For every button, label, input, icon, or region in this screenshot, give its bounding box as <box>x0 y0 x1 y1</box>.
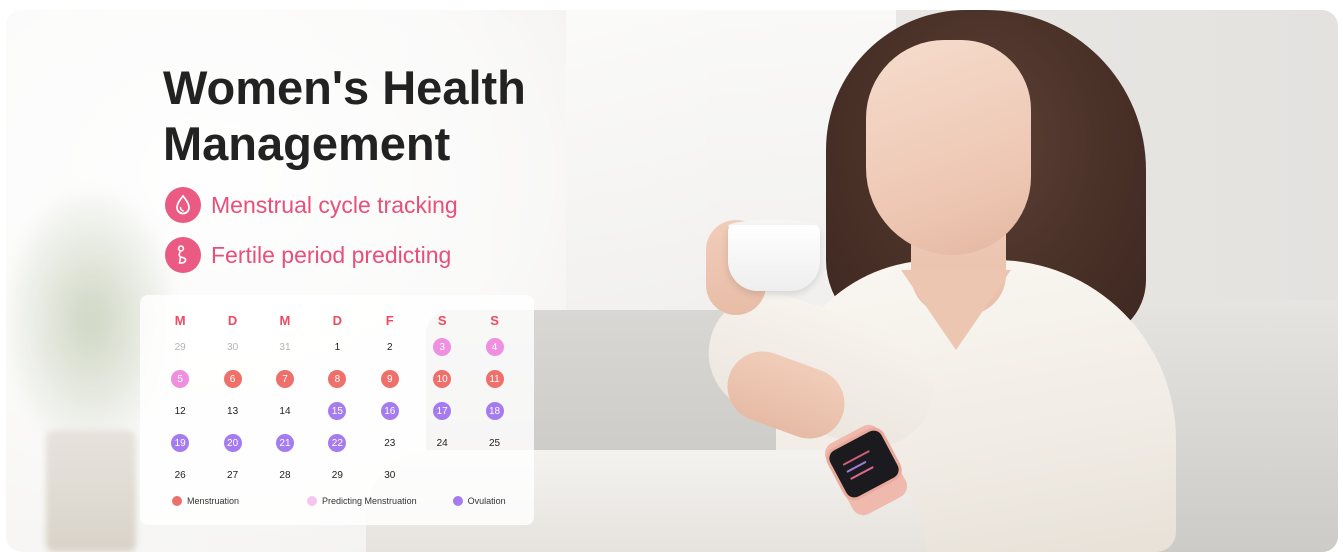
legend-swatch <box>452 496 463 506</box>
background-side-table <box>46 430 136 552</box>
calendar-day[interactable]: 14 <box>259 395 311 427</box>
calendar-day-marker: 10 <box>433 370 452 388</box>
calendar-day-marker: 17 <box>433 402 452 420</box>
calendar-day[interactable]: 7 <box>259 363 311 395</box>
legend-item: Ovulation <box>452 496 506 506</box>
coffee-cup <box>728 225 820 291</box>
calendar-day[interactable]: 17 <box>416 395 468 427</box>
calendar-day[interactable]: 30 <box>206 331 258 363</box>
calendar-day[interactable]: 16 <box>364 395 416 427</box>
calendar-day[interactable]: 19 <box>154 427 206 459</box>
page-title: Women's Health Management <box>163 60 583 172</box>
calendar-day[interactable]: 8 <box>311 363 363 395</box>
title-line-2: Management <box>163 117 451 170</box>
calendar-day[interactable]: 2 <box>364 331 416 363</box>
calendar-day[interactable]: 28 <box>259 459 311 491</box>
calendar-day-marker: 19 <box>171 434 190 452</box>
calendar-day-marker: 7 <box>275 370 294 388</box>
calendar-day[interactable]: 21 <box>259 427 311 459</box>
calendar-day-marker: 9 <box>380 370 399 388</box>
calendar-day[interactable]: 27 <box>206 459 258 491</box>
calendar-grid: M D M D F S S 29 30 31 1 2 3 4 5 6 7 8 9 10 11 12 13 14 15 16 17 18… <box>154 309 524 491</box>
calendar-day[interactable]: 26 <box>154 459 206 491</box>
calendar-day[interactable]: 20 <box>206 427 258 459</box>
calendar-day[interactable]: 13 <box>206 395 258 427</box>
calendar-day-marker: 21 <box>275 434 294 452</box>
calendar-day[interactable]: 22 <box>311 427 363 459</box>
weekday-header: D <box>332 312 343 328</box>
calendar-day[interactable]: 29 <box>311 459 363 491</box>
calendar-empty-cell <box>468 459 520 491</box>
calendar-day[interactable]: 15 <box>311 395 363 427</box>
calendar-day[interactable]: 12 <box>154 395 206 427</box>
feature-fertile-predicting: Fertile period predicting <box>165 237 451 273</box>
feature-label: Fertile period predicting <box>211 241 452 268</box>
calendar-day[interactable]: 23 <box>364 427 416 459</box>
calendar-day-marker: 22 <box>328 434 347 452</box>
feature-label: Menstrual cycle tracking <box>211 191 458 218</box>
calendar-day-marker: 8 <box>328 370 347 388</box>
calendar-day[interactable]: 29 <box>154 331 206 363</box>
pregnancy-icon <box>165 237 201 273</box>
calendar-day-marker: 11 <box>485 370 504 388</box>
legend-item: Predicting Menstruation <box>307 496 417 506</box>
legend-label: Ovulation <box>467 496 506 506</box>
calendar-day[interactable]: 9 <box>364 363 416 395</box>
cycle-calendar: M D M D F S S 29 30 31 1 2 3 4 5 6 7 8 9 10 11 12 13 14 15 16 17 18… <box>140 295 534 525</box>
woman-face <box>866 40 1031 255</box>
calendar-legend: Menstruation Predicting Menstruation Ovula… <box>172 496 512 506</box>
calendar-day[interactable]: 11 <box>468 363 520 395</box>
calendar-day[interactable]: 3 <box>416 331 468 363</box>
calendar-day-marker: 20 <box>223 434 242 452</box>
calendar-day[interactable]: 31 <box>259 331 311 363</box>
legend-label: Predicting Menstruation <box>322 496 417 506</box>
title-line-1: Women's Health <box>163 61 526 114</box>
weekday-header: M <box>279 312 291 328</box>
legend-swatch <box>172 496 182 506</box>
calendar-day-marker: 4 <box>485 338 504 356</box>
watch-screen-line <box>842 450 870 466</box>
calendar-day-marker: 18 <box>485 402 504 420</box>
legend-item: Menstruation <box>172 496 239 506</box>
calendar-day-marker: 15 <box>328 402 347 420</box>
calendar-day[interactable]: 25 <box>468 427 520 459</box>
calendar-day-marker: 6 <box>223 370 242 388</box>
weekday-header: D <box>227 312 238 328</box>
calendar-day-marker: 16 <box>380 402 399 420</box>
weekday-header: M <box>174 312 186 328</box>
droplet-icon <box>165 187 201 223</box>
legend-label: Menstruation <box>187 496 240 506</box>
feature-menstrual-tracking: Menstrual cycle tracking <box>165 187 458 223</box>
woman-neckline <box>901 270 1011 350</box>
calendar-day[interactable]: 30 <box>364 459 416 491</box>
weekday-header: S <box>490 312 499 328</box>
calendar-day[interactable]: 6 <box>206 363 258 395</box>
weekday-header: F <box>385 312 394 328</box>
calendar-day[interactable]: 5 <box>154 363 206 395</box>
calendar-day[interactable]: 24 <box>416 427 468 459</box>
calendar-day-marker: 5 <box>171 370 190 388</box>
calendar-empty-cell <box>416 459 468 491</box>
calendar-day-marker: 3 <box>433 338 452 356</box>
calendar-day[interactable]: 10 <box>416 363 468 395</box>
calendar-day[interactable]: 1 <box>311 331 363 363</box>
weekday-header: S <box>437 312 447 328</box>
calendar-day[interactable]: 18 <box>468 395 520 427</box>
legend-swatch <box>307 496 318 506</box>
calendar-day[interactable]: 4 <box>468 331 520 363</box>
